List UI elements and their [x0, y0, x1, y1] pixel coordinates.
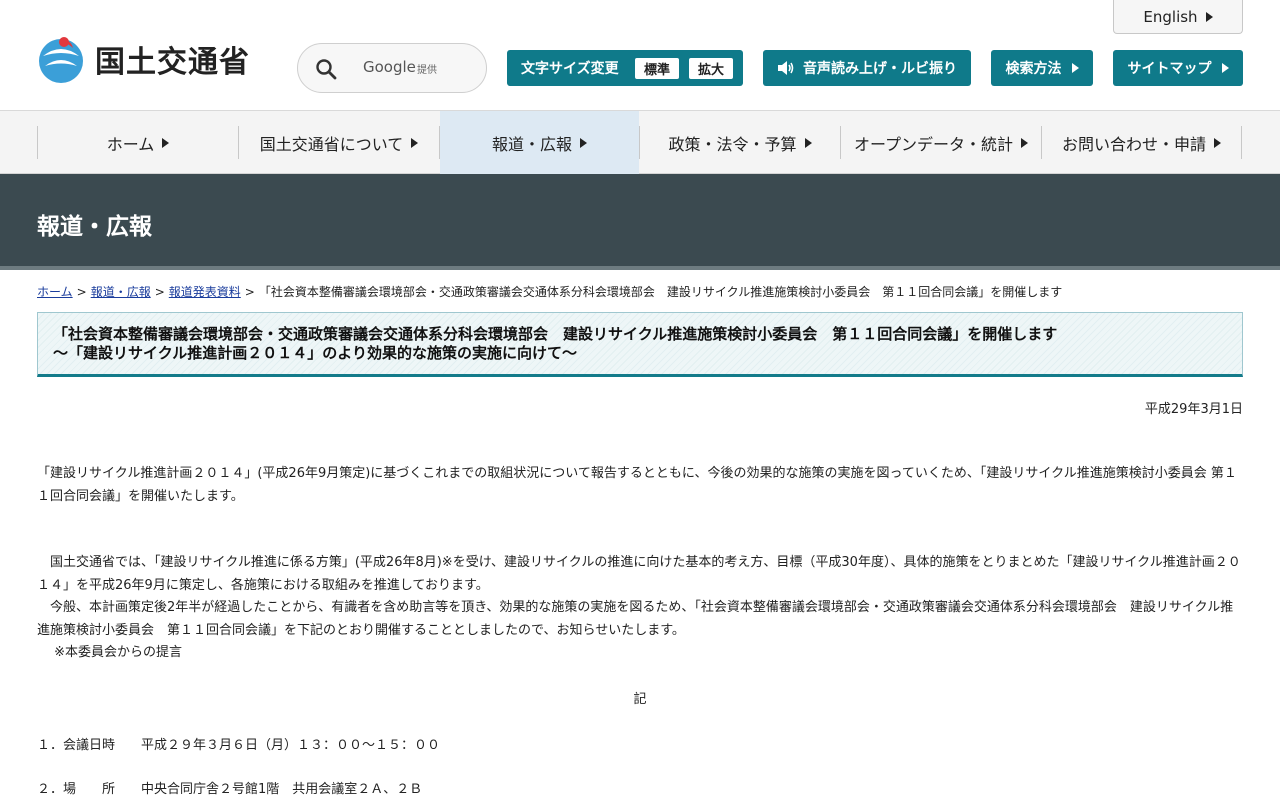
search-input[interactable]: Google 提供 [297, 43, 487, 93]
search-provider: 提供 [417, 65, 437, 76]
search-howto-label: 検索方法 [1005, 61, 1062, 77]
arrow-right-icon [1214, 137, 1221, 148]
logo-text: 国土交通省 [95, 45, 250, 80]
breadcrumb-separator: > [154, 285, 165, 299]
nav-item-label: オープンデータ・統計 [853, 134, 1014, 154]
release-date: 平成29年3月1日 [1144, 402, 1243, 417]
body-paragraph: 今般、本計画策定後2年半が経過したことから、有識者を含め助言等を頂き、効果的な施… [37, 600, 1234, 638]
arrow-right-icon [1021, 137, 1029, 148]
nav-item-label: 政策・法令・予算 [668, 134, 797, 154]
nav-item-contact[interactable]: お問い合わせ・申請 [1042, 111, 1241, 174]
search-brand: Google [363, 58, 416, 76]
nav-item-label: 国土交通省について [259, 134, 404, 154]
font-size-standard-button[interactable]: 標準 [635, 58, 679, 79]
breadcrumb-separator: > [244, 285, 255, 299]
arrow-right-icon [1221, 63, 1229, 73]
nav-item-about[interactable]: 国土交通省について [239, 111, 439, 174]
nav-item-label: お問い合わせ・申請 [1061, 134, 1206, 154]
font-size-label: 文字サイズ変更 [521, 61, 619, 77]
body-paragraph: 「建設リサイクル推進計画２０１４」(平成26年9月策定)に基づくこれまでの取組状… [37, 466, 1237, 504]
arrow-right-icon [1205, 11, 1213, 22]
section-title: 報道・広報 [37, 214, 152, 240]
search-howto-button[interactable]: 検索方法 [991, 50, 1093, 86]
mlit-logo-icon [39, 37, 83, 83]
arrow-right-icon [804, 137, 812, 148]
meeting-datetime: １．会議日時 平成２９年３月６日（月）１３：００～１５：００ [37, 738, 441, 753]
nav-divider [1241, 126, 1242, 159]
section-banner: 報道・広報 [0, 174, 1280, 270]
proposal-note: ※本委員会からの提言 [37, 645, 183, 660]
arrow-right-icon [580, 137, 587, 148]
sitemap-label: サイトマップ [1127, 61, 1212, 77]
page-subtitle: ～「建設リサイクル推進計画２０１４」のより効果的な施策の実施に向けて～ [53, 344, 577, 362]
arrow-right-icon [411, 137, 419, 148]
arrow-right-icon [1071, 63, 1079, 73]
english-button[interactable]: English [1113, 0, 1243, 34]
page-title: 「社会資本整備審議会環境部会・交通政策審議会交通体系分科会環境部会 建設リサイク… [53, 325, 1058, 343]
font-size-large-button[interactable]: 拡大 [689, 58, 733, 79]
nav-item-policy[interactable]: 政策・法令・予算 [640, 111, 840, 174]
body-paragraph: 国土交通省では、「建設リサイクル推進に係る方策」(平成26年8月)※を受け、建設… [37, 555, 1241, 593]
search-icon [316, 59, 337, 80]
ki-heading: 記 [633, 692, 647, 707]
global-nav: ホーム 国土交通省について 報道・広報 政策・法令・予算 オープンデータ・統計 … [0, 111, 1280, 174]
breadcrumb-press-link[interactable]: 報道・広報 [91, 285, 151, 299]
arrow-right-icon [162, 137, 170, 148]
nav-item-label: 報道・広報 [491, 134, 572, 154]
voice-ruby-label: 音声読み上げ・ルビ振り [803, 61, 957, 77]
site-logo[interactable]: 国土交通省 [37, 34, 250, 84]
sitemap-button[interactable]: サイトマップ [1113, 50, 1243, 86]
page-heading: 「社会資本整備審議会環境部会・交通政策審議会交通体系分科会環境部会 建設リサイク… [37, 312, 1243, 377]
breadcrumb-separator: > [76, 285, 87, 299]
nav-item-home[interactable]: ホーム [38, 111, 238, 174]
breadcrumb-home-link[interactable]: ホーム [37, 285, 73, 299]
voice-ruby-button[interactable]: 音声読み上げ・ルビ振り [763, 50, 971, 86]
meeting-venue: ２．場 所 中央合同庁舎２号館1階 共用会議室２Ａ、２Ｂ [37, 782, 423, 797]
nav-item-press[interactable]: 報道・広報 [440, 111, 639, 174]
nav-item-opendata[interactable]: オープンデータ・統計 [841, 111, 1041, 174]
breadcrumb-current: 「社会資本整備審議会環境部会・交通政策審議会交通体系分科会環境部会 建設リサイク… [258, 285, 1063, 299]
breadcrumb-releases-link[interactable]: 報道発表資料 [169, 285, 241, 299]
breadcrumb: ホーム > 報道・広報 > 報道発表資料 > 「社会資本整備審議会環境部会・交通政策審議会交… [37, 283, 1247, 300]
font-size-control: 文字サイズ変更 標準 拡大 [507, 50, 743, 86]
english-label: English [1143, 7, 1198, 26]
site-header: 国土交通省 English Google 提供 文字サイズ変更 標準 拡大 音声… [0, 0, 1280, 111]
speaker-icon [778, 61, 794, 75]
nav-item-label: ホーム [106, 134, 155, 154]
